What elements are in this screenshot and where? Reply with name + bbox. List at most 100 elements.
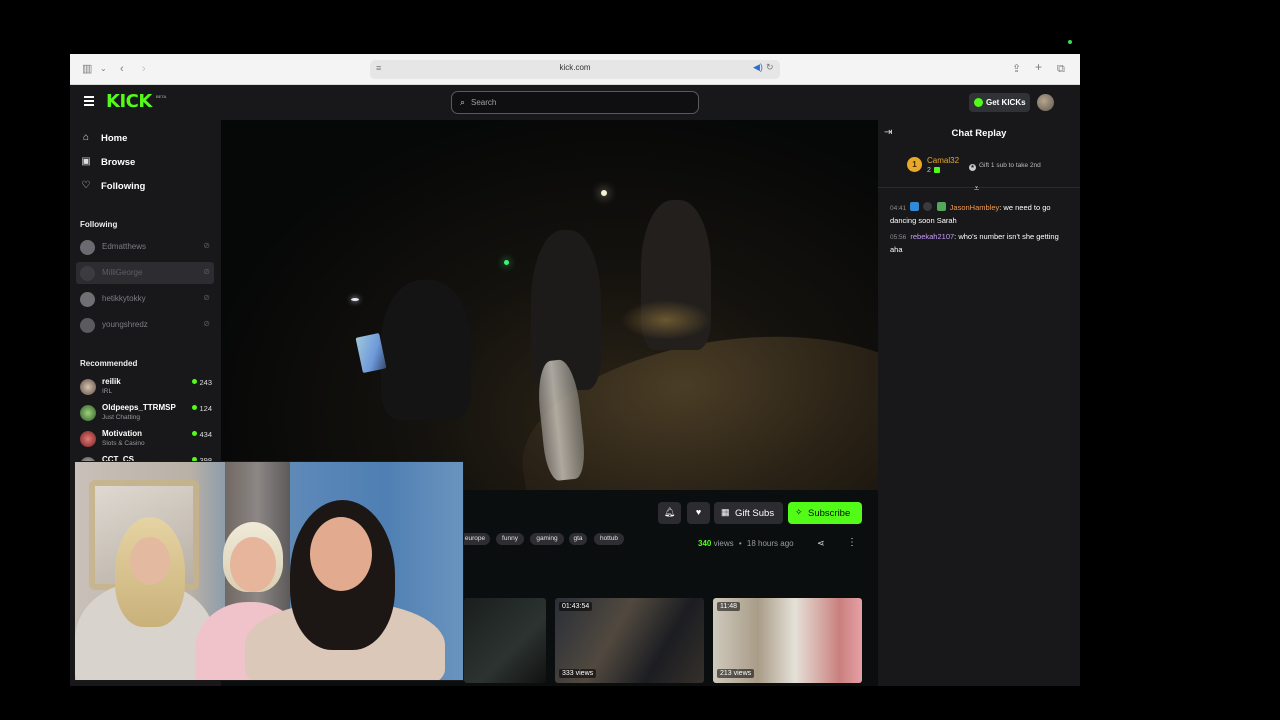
nav-following-label: Following — [101, 181, 146, 192]
avatar — [80, 431, 96, 447]
following-item[interactable]: Edmatthews ⊘ — [76, 236, 214, 258]
new-tab-icon[interactable]: + — [1035, 60, 1042, 74]
camera-indicator — [1068, 40, 1072, 44]
following-name: youngshredz — [102, 320, 148, 329]
rank-badge: 1 — [907, 157, 922, 172]
home-icon: ⌂ — [82, 132, 90, 143]
recommended-item[interactable]: Motivation Slots & Casino 434 — [80, 428, 212, 452]
video-scene-light — [351, 298, 359, 301]
vod-views: 333 views — [559, 669, 597, 678]
viewer-count-value: 434 — [199, 430, 212, 439]
following-title: Following — [80, 220, 118, 229]
share-icon[interactable]: ⇪ — [1012, 62, 1021, 76]
webcam-overlay — [74, 461, 464, 681]
tag-chip[interactable]: hottub — [594, 533, 624, 545]
channel-name: Oldpeeps_TTRMSP — [102, 403, 176, 412]
heart-icon: ♥ — [695, 507, 702, 517]
avatar — [80, 379, 96, 395]
user-avatar[interactable] — [1037, 94, 1054, 111]
tag-chip[interactable]: gta — [569, 533, 587, 545]
avatar — [80, 266, 95, 281]
gift-count-icon — [933, 167, 940, 173]
share-icon[interactable]: ⋖ — [817, 538, 825, 549]
video-scene-light — [621, 300, 711, 340]
back-icon[interactable]: ‹ — [120, 62, 124, 76]
chat-message: 04:41 JasonHambley: we need to go dancin… — [890, 202, 1070, 226]
more-options-icon[interactable]: ⋮ — [847, 537, 857, 548]
get-kicks-label: Get KICKs — [986, 98, 1026, 107]
tag-chip[interactable]: europe — [460, 533, 490, 545]
menu-icon[interactable] — [84, 96, 94, 106]
search-placeholder: Search — [471, 98, 497, 107]
vod-duration: 01:43:54 — [559, 602, 593, 611]
kick-logo[interactable]: KICK — [106, 91, 152, 112]
vod-thumbnail[interactable]: 01:43:54 333 views — [555, 598, 704, 683]
viewer-count-value: 124 — [199, 404, 212, 413]
message-username[interactable]: JasonHambley — [950, 203, 1000, 212]
screen: ▥ ⌄ ‹ › ≡ kick.com ◀) ↻ ⇪ + ⧉ KICK BETA … — [0, 0, 1280, 720]
following-item[interactable]: MilliGeorge ⊘ — [76, 262, 214, 284]
moderator-badge — [910, 202, 920, 211]
subscribe-label: Subscribe — [808, 508, 851, 519]
tabs-overview-icon[interactable]: ⧉ — [1057, 62, 1065, 76]
notification-button[interactable]: 🔔︎ — [658, 502, 681, 524]
chat-filter-icon[interactable]: ⩡ — [974, 183, 979, 194]
follow-button[interactable]: ♥ — [687, 502, 710, 524]
sub-gifter-badge — [936, 202, 946, 211]
nav-home[interactable]: ⌂ Home — [80, 130, 210, 148]
heart-icon: ♡ — [81, 180, 91, 191]
message-time: 04:41 — [890, 205, 907, 212]
vod-views: 213 views — [717, 669, 755, 678]
offline-icon: ⊘ — [203, 293, 210, 302]
search-input[interactable]: ⌕ Search — [451, 91, 699, 114]
kicks-coin-icon — [974, 98, 983, 107]
og-badge — [923, 202, 933, 211]
nav-browse[interactable]: ▣ Browse — [80, 154, 210, 172]
search-icon: ⌕ — [460, 97, 466, 107]
tag-chip[interactable]: funny — [496, 533, 524, 545]
viewer-count: 124 — [192, 404, 212, 413]
video-player[interactable] — [221, 120, 878, 490]
vod-duration: 11:48 — [717, 602, 740, 611]
channel-name: Motivation — [102, 429, 142, 438]
live-dot — [192, 405, 198, 410]
views-count: 340 — [698, 539, 712, 548]
offline-icon: ⊘ — [203, 319, 210, 328]
speaker-icon[interactable]: ◀) — [753, 62, 763, 73]
reload-icon[interactable]: ↻ — [766, 62, 774, 73]
avatar — [80, 292, 95, 307]
vod-thumbnail[interactable] — [464, 598, 546, 683]
sidebar-toggle-icon[interactable]: ▥ — [82, 62, 92, 76]
gifter-leaderboard: 1 Camal32 2 ★ Gift 1 sub to take 2nd — [878, 148, 1080, 188]
subscribe-button[interactable]: ✧ Subscribe — [788, 502, 862, 524]
forward-icon[interactable]: › — [142, 62, 146, 76]
recommended-item[interactable]: Oldpeeps_TTRMSP Just Chatting 124 — [80, 402, 212, 426]
channel-category: Just Chatting — [102, 414, 140, 421]
nav-following[interactable]: ♡ Following — [80, 178, 210, 196]
webcam-scene-face — [130, 537, 170, 585]
viewer-count-value: 243 — [199, 378, 212, 387]
offline-icon: ⊘ — [203, 241, 210, 250]
following-name: MilliGeorge — [102, 268, 143, 277]
following-item[interactable]: youngshredz ⊘ — [76, 314, 214, 336]
gift-subs-button[interactable]: ▦ Gift Subs — [714, 502, 783, 524]
gift-hint[interactable]: ★ Gift 1 sub to take 2nd — [969, 162, 1041, 171]
browser-toolbar: ▥ ⌄ ‹ › ≡ kick.com ◀) ↻ ⇪ + ⧉ — [70, 54, 1080, 85]
live-dot — [192, 379, 198, 384]
message-username[interactable]: rebekah2107 — [910, 232, 954, 241]
recommended-item[interactable]: reilik IRL 243 — [80, 376, 212, 400]
live-dot — [192, 431, 198, 436]
tag-chip[interactable]: gaming — [530, 533, 564, 545]
get-kicks-button[interactable]: Get KICKs — [969, 93, 1030, 112]
top-gifter-name[interactable]: Camal32 — [927, 156, 959, 165]
browse-icon: ▣ — [81, 156, 91, 167]
view-stats: 340 views • 18 hours ago — [698, 539, 794, 548]
gift-icon: ▦ — [721, 507, 730, 517]
following-item[interactable]: hetikkytokky ⊘ — [76, 288, 214, 310]
video-scene-light — [504, 260, 509, 265]
chevron-down-icon[interactable]: ⌄ — [100, 62, 107, 76]
viewer-count: 243 — [192, 378, 212, 387]
address-bar[interactable]: ≡ kick.com ◀) ↻ — [370, 60, 780, 79]
message-time: 05:56 — [890, 234, 907, 241]
vod-thumbnail[interactable]: 11:48 213 views — [713, 598, 862, 683]
